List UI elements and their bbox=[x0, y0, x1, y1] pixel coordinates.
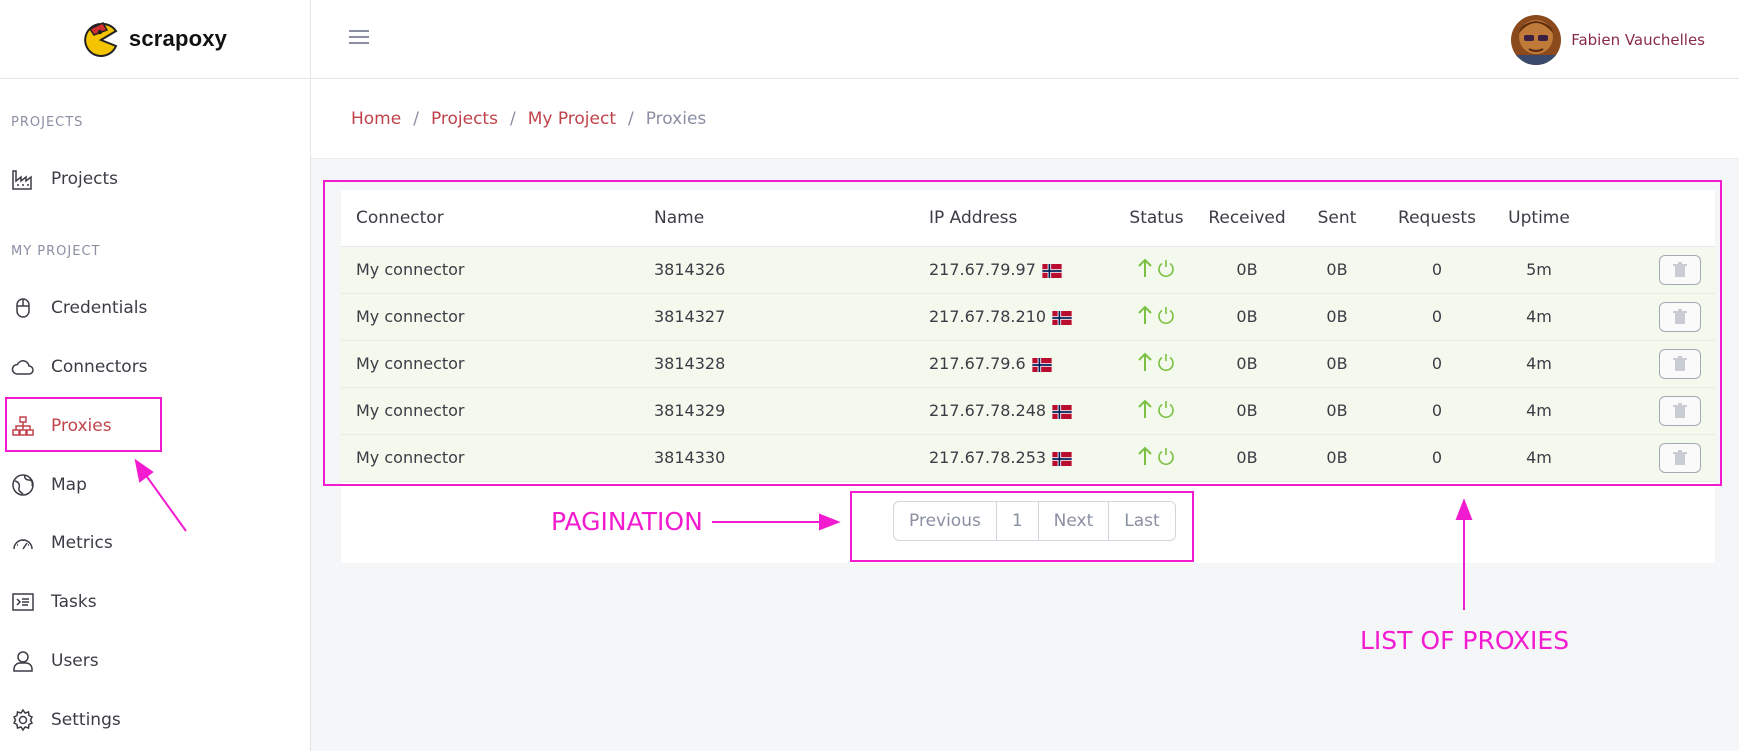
annotation-arrows bbox=[134, 458, 1473, 610]
